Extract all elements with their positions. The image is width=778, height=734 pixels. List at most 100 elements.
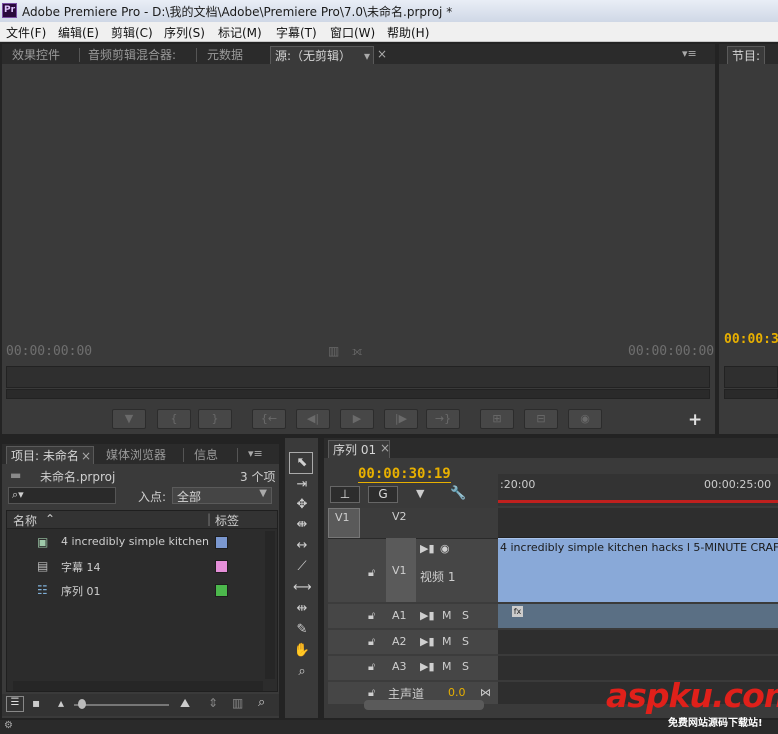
mute-button[interactable]: M bbox=[442, 660, 452, 673]
menu-file[interactable]: 文件(F) bbox=[6, 24, 46, 41]
audio-clip[interactable]: fx bbox=[498, 604, 778, 628]
mark-out-button[interactable]: } bbox=[198, 409, 232, 429]
source-zoom-bar[interactable] bbox=[6, 389, 710, 399]
master-end-icon[interactable]: ⋈ bbox=[480, 686, 491, 699]
tab-program[interactable]: 节目: bbox=[727, 46, 766, 64]
master-volume[interactable]: 0.0 bbox=[448, 686, 466, 699]
menu-help[interactable]: 帮助(H) bbox=[387, 24, 429, 41]
label-swatch[interactable] bbox=[215, 584, 228, 597]
eye-icon[interactable]: ◉ bbox=[440, 542, 450, 555]
drag-video-icon[interactable]: ▥ bbox=[328, 344, 339, 358]
play-button[interactable]: ▶ bbox=[340, 409, 374, 429]
sort-icons-icon[interactable]: ⇕ bbox=[208, 696, 218, 710]
program-scrub-bar[interactable] bbox=[724, 366, 778, 388]
razor-tool-icon[interactable]: ⟋ bbox=[293, 558, 311, 576]
tab-source-menu-icon[interactable]: ▾ bbox=[364, 47, 370, 65]
rolling-edit-tool-icon[interactable]: ⇼ bbox=[293, 516, 311, 534]
sequence-close-icon[interactable]: × bbox=[380, 441, 390, 455]
sync-icon[interactable]: ▶▮ bbox=[420, 635, 435, 648]
zoom-slider[interactable] bbox=[74, 704, 169, 706]
track-v2-label[interactable]: V2 bbox=[392, 510, 407, 523]
list-item[interactable]: ▣ 4 incredibly simple kitchen bbox=[7, 531, 277, 555]
lock-icon[interactable]: 🔓︎ bbox=[368, 609, 375, 623]
menu-sequence[interactable]: 序列(S) bbox=[164, 24, 205, 41]
status-icon[interactable]: ⚙ bbox=[4, 720, 13, 731]
step-forward-button[interactable]: |▶ bbox=[384, 409, 418, 429]
zoom-tool-icon[interactable]: ⌕ bbox=[293, 663, 311, 681]
hand-tool-icon[interactable]: ✋ bbox=[293, 642, 311, 660]
lock-icon[interactable]: 🔓︎ bbox=[368, 660, 375, 674]
tab-source[interactable]: 源:（无剪辑） ▾ bbox=[270, 46, 374, 64]
label-swatch[interactable] bbox=[215, 536, 228, 549]
sync-icon[interactable]: ▶▮ bbox=[420, 609, 435, 622]
find-icon[interactable]: ⌕ bbox=[258, 695, 265, 710]
mute-button[interactable]: M bbox=[442, 609, 452, 622]
column-label[interactable]: 标签 bbox=[215, 512, 239, 529]
sort-ascending-icon[interactable]: ⌃ bbox=[45, 512, 55, 526]
automate-to-sequence-icon[interactable]: ▥ bbox=[232, 696, 243, 710]
step-back-button[interactable]: ◀| bbox=[296, 409, 330, 429]
sync-icon[interactable]: ▶▮ bbox=[420, 660, 435, 673]
button-editor-add-icon[interactable]: + bbox=[688, 410, 702, 430]
slide-tool-icon[interactable]: ⇹ bbox=[293, 600, 311, 618]
add-marker-button[interactable]: ▼ bbox=[112, 409, 146, 429]
selection-tool-icon[interactable]: ⬉ bbox=[293, 454, 311, 472]
wrench-icon[interactable]: 🔧 bbox=[450, 486, 466, 501]
insert-button[interactable]: ⊞ bbox=[480, 409, 514, 429]
linked-selection-button[interactable]: G bbox=[368, 486, 398, 503]
menu-marker[interactable]: 标记(M) bbox=[218, 24, 262, 41]
vertical-scrollbar[interactable] bbox=[265, 531, 275, 679]
tab-info[interactable]: 信息 bbox=[190, 446, 222, 464]
track-a2-label[interactable]: A2 bbox=[392, 635, 407, 648]
source-scrub-bar[interactable] bbox=[6, 366, 710, 388]
mute-button[interactable]: M bbox=[442, 635, 452, 648]
tab-project[interactable]: 项目: 未命名 × bbox=[6, 446, 94, 464]
tab-media-browser[interactable]: 媒体浏览器 bbox=[102, 446, 170, 464]
list-view-icon[interactable]: ☰ bbox=[6, 696, 24, 712]
list-item[interactable]: ▤ 字幕 14 bbox=[7, 555, 277, 579]
horizontal-scrollbar[interactable] bbox=[13, 681, 263, 691]
panel-menu-icon[interactable]: ▾≡ bbox=[682, 47, 697, 60]
menu-window[interactable]: 窗口(W) bbox=[330, 24, 375, 41]
project-panel-menu-icon[interactable]: ▾≡ bbox=[248, 447, 263, 460]
tab-metadata[interactable]: 元数据 bbox=[203, 46, 247, 64]
go-to-in-button[interactable]: {← bbox=[252, 409, 286, 429]
ripple-edit-tool-icon[interactable]: ✥ bbox=[293, 496, 311, 514]
snap-button[interactable]: ⊥ bbox=[330, 486, 360, 503]
track-v1-label[interactable]: V1 bbox=[392, 564, 407, 577]
track-a2[interactable] bbox=[498, 630, 778, 654]
track-a1-label[interactable]: A1 bbox=[392, 609, 407, 622]
label-swatch[interactable] bbox=[215, 560, 228, 573]
video-clip[interactable]: 4 incredibly simple kitchen hacks l 5-MI… bbox=[498, 538, 778, 602]
tab-effect-controls[interactable]: 效果控件 bbox=[8, 46, 64, 64]
track-v2[interactable] bbox=[498, 508, 778, 538]
lock-icon[interactable]: 🔓︎ bbox=[368, 686, 375, 700]
track-select-tool-icon[interactable]: ⇥ bbox=[293, 476, 311, 494]
time-ruler[interactable]: :20:00 00:00:25:00 bbox=[498, 474, 778, 506]
zoom-slider-thumb[interactable] bbox=[78, 699, 86, 709]
rate-stretch-tool-icon[interactable]: ↔ bbox=[293, 537, 311, 555]
menu-edit[interactable]: 编辑(E) bbox=[58, 24, 99, 41]
add-marker-icon[interactable]: ▼ bbox=[416, 487, 424, 500]
lock-icon[interactable]: 🔓︎ bbox=[368, 635, 375, 649]
solo-button[interactable]: S bbox=[462, 635, 469, 648]
mark-in-button[interactable]: { bbox=[157, 409, 191, 429]
icon-view-icon[interactable]: ▪ bbox=[32, 696, 40, 710]
work-area-bar[interactable] bbox=[498, 500, 778, 503]
column-name[interactable]: 名称 bbox=[13, 512, 37, 529]
overwrite-button[interactable]: ⊟ bbox=[524, 409, 558, 429]
zoom-in-icon[interactable]: ⛰ bbox=[180, 696, 190, 711]
slip-tool-icon[interactable]: ⟷ bbox=[293, 579, 312, 597]
go-to-out-button[interactable]: →} bbox=[426, 409, 460, 429]
drag-audio-icon[interactable]: ⟗ bbox=[352, 344, 363, 359]
source-patch-v1[interactable]: V1 bbox=[328, 508, 360, 538]
pen-tool-icon[interactable]: ✎ bbox=[293, 621, 311, 639]
list-item[interactable]: ☷ 序列 01 bbox=[7, 579, 277, 603]
search-input[interactable]: ⌕▾ bbox=[8, 487, 116, 504]
menu-clip[interactable]: 剪辑(C) bbox=[111, 24, 153, 41]
timeline-zoom-scrollbar[interactable] bbox=[364, 700, 484, 710]
in-point-select[interactable]: 全部 ▼ bbox=[172, 487, 272, 504]
project-close-icon[interactable]: × bbox=[81, 447, 91, 465]
sequence-timecode[interactable]: 00:00:30:19 bbox=[358, 466, 451, 483]
zoom-out-icon[interactable]: ▴ bbox=[58, 696, 64, 710]
